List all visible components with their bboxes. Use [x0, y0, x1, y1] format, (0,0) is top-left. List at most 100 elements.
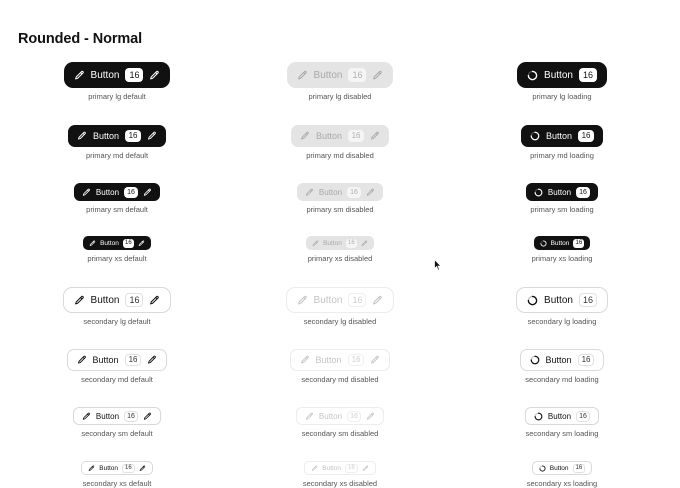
- primary-xs-loading-cell: Button 16 primary xs loading: [449, 236, 675, 263]
- primary-xs-loading-button[interactable]: Button 16: [533, 236, 591, 250]
- pencil-icon: [143, 188, 152, 197]
- secondary-md-default-button[interactable]: Button 16: [66, 349, 168, 371]
- button-label: Button: [544, 69, 573, 81]
- button-caption: secondary lg loading: [527, 317, 597, 326]
- pencil-icon: [82, 412, 91, 421]
- secondary-lg-loading-button[interactable]: Button 16: [516, 287, 608, 313]
- button-caption: primary sm loading: [530, 205, 594, 214]
- pencil-icon: [147, 131, 157, 141]
- secondary-lg-loading-cell: Button 16 secondary lg loading: [449, 287, 675, 326]
- pencil-icon: [366, 412, 375, 421]
- count-badge: 16: [348, 293, 367, 307]
- button-caption: secondary md loading: [525, 375, 599, 384]
- primary-md-default-button[interactable]: Button 16: [67, 125, 167, 147]
- primary-lg-disabled-button: Button 16: [286, 62, 394, 88]
- secondary-xs-loading-button[interactable]: Button 16: [531, 461, 593, 475]
- secondary-xs-default-cell: Button 16 secondary xs default: [4, 461, 230, 488]
- button-label: Button: [99, 464, 119, 472]
- pencil-icon: [139, 465, 146, 472]
- button-label: Button: [315, 355, 342, 365]
- count-badge: 16: [345, 463, 358, 473]
- primary-md-loading-cell: Button 16 primary md loading: [449, 125, 675, 160]
- button-label: Button: [90, 294, 120, 306]
- count-badge: 16: [578, 130, 595, 142]
- button-label: Button: [547, 411, 572, 421]
- primary-lg-loading-button[interactable]: Button 16: [517, 62, 607, 88]
- button-caption: secondary xs loading: [526, 479, 598, 488]
- button-caption: primary md default: [85, 151, 149, 160]
- spinner-icon: [534, 412, 543, 421]
- button-caption: secondary sm loading: [525, 429, 599, 438]
- primary-lg-disabled-cell: Button 16 primary lg disabled: [227, 62, 453, 101]
- button-label: Button: [318, 187, 343, 197]
- pencil-icon: [147, 355, 157, 365]
- count-badge: 16: [124, 410, 139, 422]
- count-badge: 16: [125, 68, 144, 82]
- secondary-sm-default-cell: Button 16 secondary sm default: [4, 407, 230, 438]
- count-badge: 16: [122, 463, 135, 473]
- secondary-lg-default-button[interactable]: Button 16: [62, 287, 172, 313]
- button-caption: secondary lg disabled: [303, 317, 377, 326]
- page-title: Rounded - Normal: [18, 31, 143, 47]
- count-badge: 16: [125, 293, 144, 307]
- secondary-sm-default-button[interactable]: Button 16: [72, 407, 162, 425]
- secondary-md-loading-button[interactable]: Button 16: [519, 349, 605, 371]
- pencil-icon: [149, 70, 160, 81]
- button-caption: primary lg disabled: [308, 92, 372, 101]
- secondary-xs-default-button[interactable]: Button 16: [81, 461, 153, 475]
- pencil-icon: [362, 465, 369, 472]
- pencil-icon: [143, 412, 152, 421]
- secondary-sm-disabled-cell: Button 16 secondary sm disabled: [227, 407, 453, 438]
- button-caption: primary md disabled: [306, 151, 374, 160]
- count-badge: 16: [573, 238, 585, 248]
- secondary-xs-loading-cell: Button 16 secondary xs loading: [449, 461, 675, 488]
- button-caption: secondary xs default: [82, 479, 152, 488]
- count-badge: 16: [347, 410, 362, 422]
- pencil-icon: [149, 295, 160, 306]
- count-badge: 16: [347, 186, 362, 198]
- button-caption: primary md loading: [530, 151, 594, 160]
- primary-xs-disabled-button: Button 16: [306, 236, 374, 250]
- button-caption: primary xs loading: [531, 254, 593, 263]
- pencil-icon: [305, 412, 314, 421]
- primary-xs-default-button[interactable]: Button 16: [83, 236, 151, 250]
- primary-md-loading-button[interactable]: Button 16: [520, 125, 604, 147]
- spinner-icon: [527, 70, 538, 81]
- count-badge: 16: [347, 354, 365, 366]
- pencil-icon: [297, 70, 308, 81]
- primary-sm-default-button[interactable]: Button 16: [73, 183, 161, 201]
- button-label: Button: [545, 131, 573, 141]
- pencil-icon: [77, 131, 87, 141]
- secondary-lg-disabled-button: Button 16: [285, 287, 395, 313]
- button-label: Button: [549, 464, 569, 472]
- button-caption: secondary xs disabled: [302, 479, 378, 488]
- pencil-icon: [311, 465, 318, 472]
- button-caption: primary xs disabled: [307, 254, 373, 263]
- button-caption: secondary sm disabled: [301, 429, 379, 438]
- primary-lg-default-cell: Button 16 primary lg default: [4, 62, 230, 101]
- count-badge: 16: [124, 354, 142, 366]
- pencil-icon: [361, 240, 368, 247]
- primary-sm-disabled-cell: Button 16 primary sm disabled: [227, 183, 453, 214]
- secondary-lg-disabled-cell: Button 16 secondary lg disabled: [227, 287, 453, 326]
- button-label: Button: [322, 464, 342, 472]
- primary-md-disabled-button: Button 16: [290, 125, 390, 147]
- secondary-xs-disabled-button: Button 16: [304, 461, 376, 475]
- primary-sm-default-cell: Button 16 primary sm default: [4, 183, 230, 214]
- secondary-sm-loading-button[interactable]: Button 16: [524, 407, 600, 425]
- primary-xs-default-cell: Button 16 primary xs default: [4, 236, 230, 263]
- secondary-sm-disabled-button: Button 16: [295, 407, 385, 425]
- count-badge: 16: [348, 130, 365, 142]
- primary-lg-default-button[interactable]: Button 16: [63, 62, 171, 88]
- primary-sm-loading-button[interactable]: Button 16: [525, 183, 599, 201]
- secondary-md-disabled-cell: Button 16 secondary md disabled: [227, 349, 453, 384]
- pencil-icon: [82, 188, 91, 197]
- primary-sm-disabled-button: Button 16: [296, 183, 384, 201]
- spinner-icon: [530, 131, 540, 141]
- count-badge: 16: [578, 293, 597, 307]
- count-badge: 16: [576, 410, 591, 422]
- primary-sm-loading-cell: Button 16 primary sm loading: [449, 183, 675, 214]
- count-badge: 16: [578, 68, 597, 82]
- primary-md-disabled-cell: Button 16 primary md disabled: [227, 125, 453, 160]
- pencil-icon: [138, 240, 145, 247]
